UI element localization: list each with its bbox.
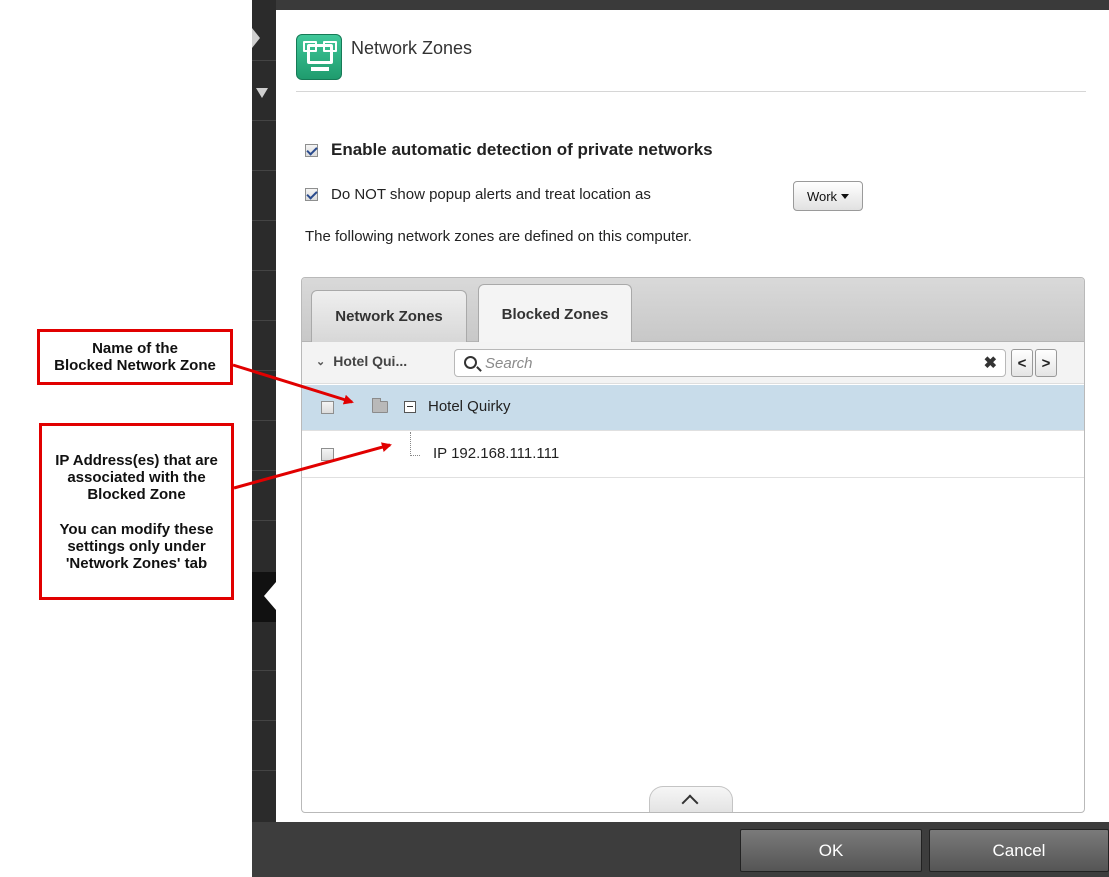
chevron-up-icon [681, 794, 699, 812]
callout-text: Blocked Zone [87, 485, 186, 503]
previous-button[interactable]: < [1011, 349, 1033, 377]
strip-divider [252, 220, 276, 221]
dropdown-arrow-icon[interactable] [256, 88, 268, 98]
no-popup-label: Do NOT show popup alerts and treat locat… [331, 186, 651, 203]
no-popup-checkbox[interactable] [305, 188, 318, 201]
ip-row[interactable]: IP 192.168.111.111 [302, 432, 1084, 478]
strip-divider [252, 470, 276, 471]
collapse-node-icon[interactable] [404, 401, 416, 413]
ip-address-callout: IP Address(es) that are associated with … [39, 423, 234, 600]
cancel-button[interactable]: Cancel [929, 829, 1109, 872]
folder-icon [372, 398, 388, 413]
search-input[interactable] [485, 353, 965, 373]
collapse-panel-button[interactable] [649, 786, 733, 812]
auto-detect-label: Enable automatic detection of private ne… [331, 140, 713, 159]
zones-panel: Network Zones Blocked Zones ⌄ Hotel Qui.… [301, 277, 1085, 813]
tab-label: Network Zones [335, 308, 443, 325]
ok-button[interactable]: OK [740, 829, 922, 872]
callout-text: settings only under [67, 537, 206, 555]
cancel-button-label: Cancel [992, 840, 1046, 860]
screenshot-stage: Network Zones Enable automatic detection… [0, 0, 1109, 877]
strip-divider [252, 370, 276, 371]
strip-divider [252, 320, 276, 321]
caret-down-icon [841, 193, 850, 199]
tree-connector [410, 432, 420, 456]
callout-text: Name of the [92, 340, 178, 357]
ip-address: IP 192.168.111.111 [433, 445, 560, 462]
ok-button-label: OK [818, 840, 844, 860]
strip-divider [252, 420, 276, 421]
dialog-title: Network Zones [351, 38, 473, 58]
network-zones-icon [296, 34, 342, 80]
callout-text: Blocked Network Zone [54, 357, 216, 374]
zone-row-checkbox[interactable] [321, 401, 334, 414]
location-dropdown[interactable]: Work [793, 181, 863, 211]
clear-search-icon[interactable]: ✖ [984, 353, 997, 373]
zones-description: The following network zones are defined … [305, 228, 692, 245]
tab-blocked-zones[interactable]: Blocked Zones [478, 284, 632, 343]
next-button[interactable]: > [1035, 349, 1057, 377]
no-popup-option[interactable]: Do NOT show popup alerts and treat locat… [305, 186, 651, 203]
zones-toolbar: ⌄ Hotel Qui... ✖ < > [302, 342, 1084, 384]
zone-row[interactable]: Hotel Quirky [302, 385, 1084, 431]
search-box[interactable]: ✖ [454, 349, 1006, 377]
group-selector[interactable]: ⌄ Hotel Qui... [316, 353, 407, 369]
tab-bar: Network Zones Blocked Zones [302, 278, 1084, 343]
chevron-down-icon: ⌄ [316, 355, 326, 368]
search-icon [464, 356, 477, 369]
chevron-left-icon: < [1017, 354, 1027, 372]
dialog-footer: OK Cancel [252, 822, 1109, 877]
tab-label: Blocked Zones [501, 305, 609, 323]
callout-text: You can modify these [59, 520, 214, 538]
collapse-left-icon[interactable] [264, 582, 276, 610]
zone-name-callout: Name of the Blocked Network Zone [37, 329, 233, 385]
strip-divider [252, 520, 276, 521]
ip-row-checkbox[interactable] [321, 448, 334, 461]
tab-network-zones[interactable]: Network Zones [311, 290, 467, 342]
callout-text: 'Network Zones' tab [65, 554, 208, 572]
strip-divider [252, 770, 276, 771]
strip-divider [252, 670, 276, 671]
auto-detect-checkbox[interactable] [305, 143, 318, 157]
strip-divider [252, 720, 276, 721]
app-side-strip [252, 0, 276, 877]
strip-divider [252, 120, 276, 121]
strip-divider [252, 270, 276, 271]
strip-divider [252, 60, 276, 61]
expand-arrow-icon[interactable] [252, 28, 260, 48]
location-dropdown-value: Work [806, 188, 838, 204]
callout-text: IP Address(es) that are [55, 451, 218, 469]
zone-name: Hotel Quirky [428, 398, 511, 415]
network-zones-dialog: Network Zones Enable automatic detection… [276, 0, 1109, 822]
group-selector-label: Hotel Qui... [333, 353, 408, 369]
auto-detect-option[interactable]: Enable automatic detection of private ne… [305, 140, 713, 160]
callout-text: associated with the [67, 468, 206, 486]
chevron-right-icon: > [1041, 354, 1051, 372]
strip-divider [252, 170, 276, 171]
